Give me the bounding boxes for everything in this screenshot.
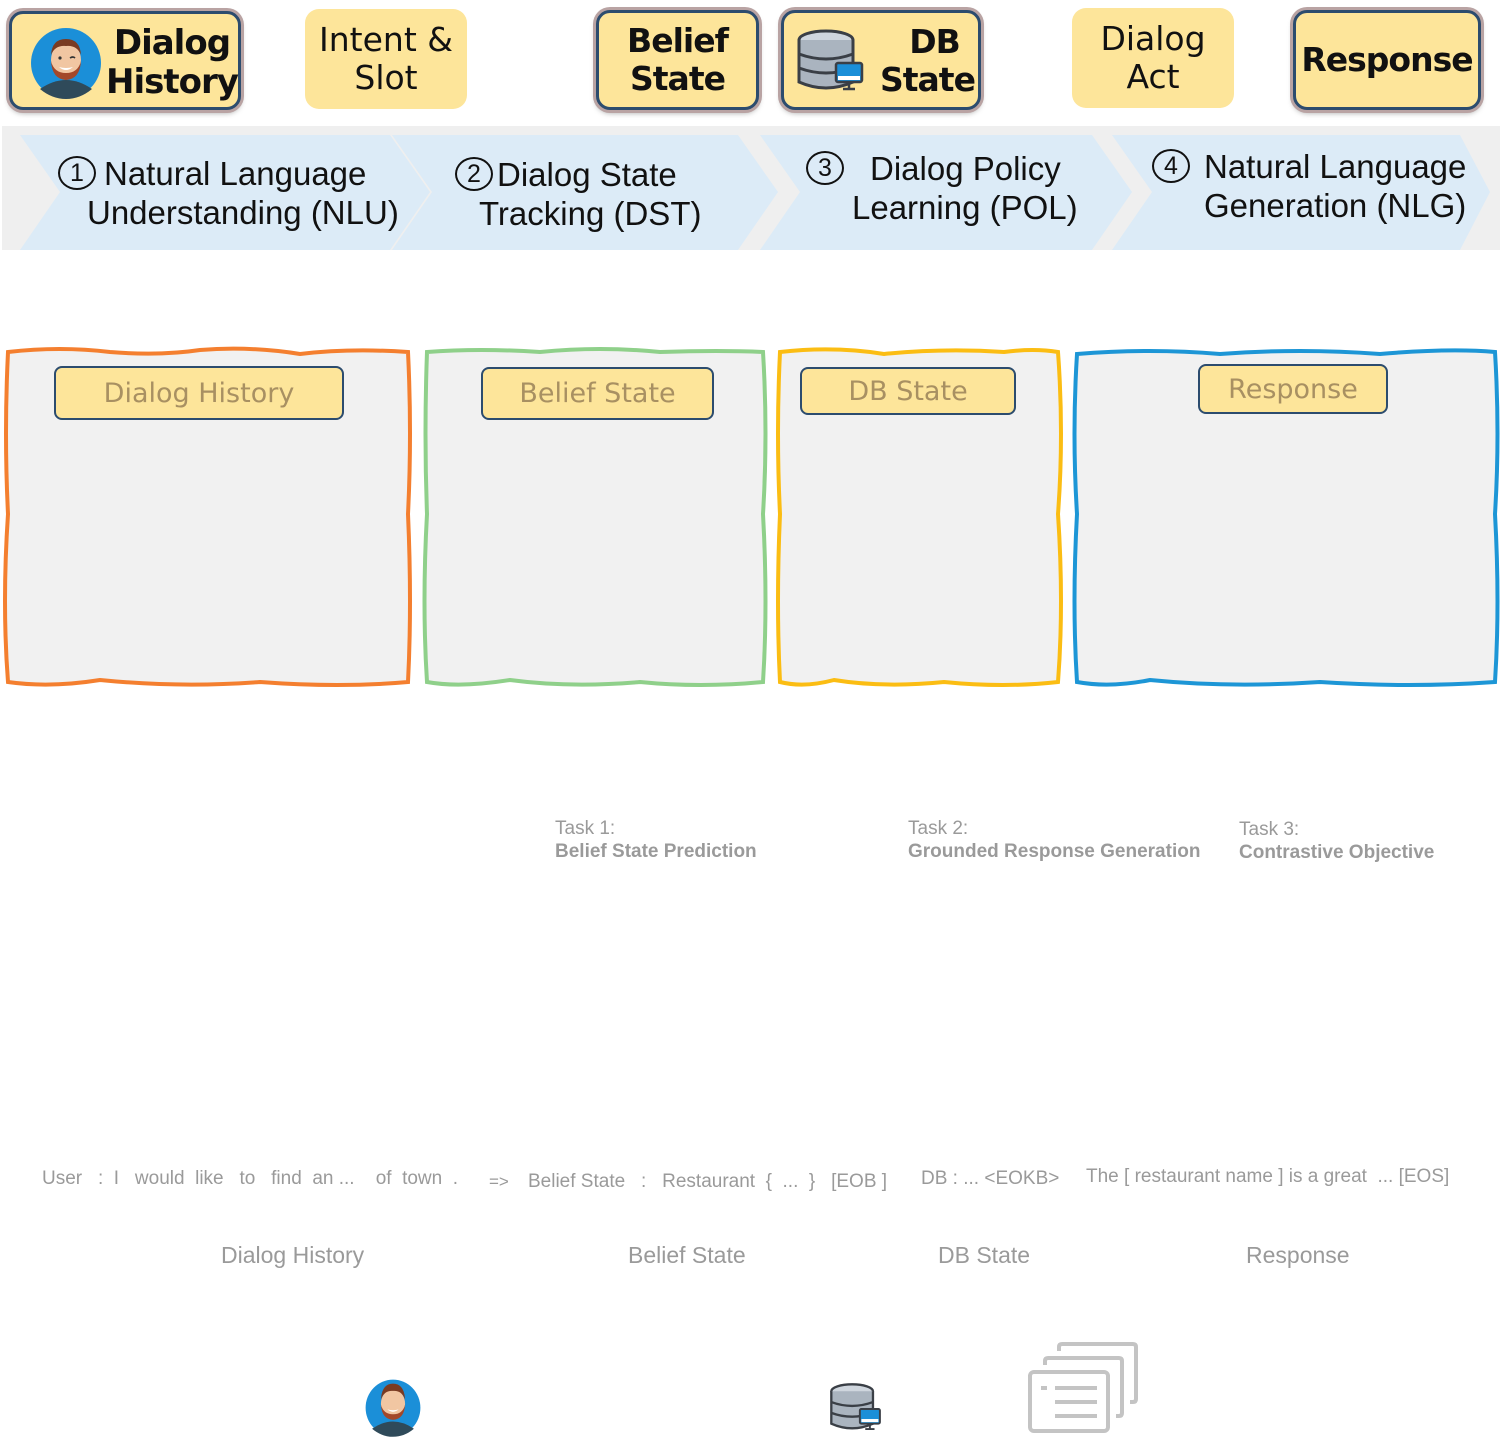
- sequence-belief-state: Belief State : Restaurant { ... } [EOB ]: [528, 1171, 888, 1192]
- sequence-db-state: DB : ... <EOKB>: [921, 1168, 1060, 1189]
- step-line-1: Dialog State: [497, 156, 677, 193]
- segment-label-response: Response: [1246, 1242, 1350, 1268]
- response-documents-icon: [1028, 1342, 1138, 1433]
- sequence-dialog-history: User : I would like to find an ... of to…: [42, 1168, 459, 1189]
- step-line-2: Learning (POL): [852, 189, 1078, 226]
- sequence-arrow: =>: [489, 1172, 509, 1191]
- pipeline-step-dst: 2 Dialog State Tracking (DST): [455, 155, 701, 233]
- step-number-badge: 4: [1152, 149, 1190, 183]
- segment-label-dialog-history: Dialog History: [221, 1242, 365, 1268]
- panel-dialog-history: Dialog History: [0, 344, 416, 690]
- pipeline-step-nlu: 1 Natural Language Understanding (NLU): [58, 154, 399, 232]
- step-line-1: Dialog Policy: [870, 150, 1061, 187]
- task-1: Task 1: Belief State Prediction: [555, 817, 757, 863]
- panel-belief-state: Belief State: [420, 344, 770, 690]
- task-prefix: Task 3:: [1239, 819, 1300, 840]
- panel-response: Response: [1070, 344, 1502, 690]
- database-icon: [830, 1383, 881, 1431]
- panel-db-state: DB State: [774, 344, 1066, 690]
- task-name: Grounded Response Generation: [908, 841, 1201, 862]
- pipeline-step-pol: 3 Dialog Policy Learning (POL): [806, 149, 1078, 227]
- segment-label-db-state: DB State: [938, 1242, 1031, 1268]
- task-prefix: Task 2:: [908, 818, 969, 839]
- step-number-badge: 2: [455, 157, 493, 191]
- step-line-1: Natural Language: [1204, 148, 1467, 185]
- step-line-2: Understanding (NLU): [87, 194, 399, 231]
- panel-label: Belief State: [481, 367, 714, 420]
- step-line-2: Tracking (DST): [479, 195, 702, 232]
- panel-label: Dialog History: [54, 366, 344, 420]
- task-prefix: Task 1:: [555, 818, 616, 839]
- step-number-badge: 3: [806, 151, 844, 185]
- segment-label-belief-state: Belief State: [628, 1242, 746, 1268]
- sequence-response: The [ restaurant name ] is a great ... […: [1086, 1166, 1450, 1187]
- task-name: Belief State Prediction: [555, 841, 757, 862]
- step-line-1: Natural Language: [104, 155, 367, 192]
- step-line-2: Generation (NLG): [1204, 187, 1467, 224]
- panel-label: DB State: [800, 367, 1016, 415]
- task-2: Task 2: Grounded Response Generation: [908, 817, 1200, 863]
- user-avatar-icon: [365, 1379, 421, 1437]
- task-name: Contrastive Objective: [1239, 842, 1435, 863]
- step-number-badge: 1: [58, 156, 96, 190]
- panel-label: Response: [1198, 364, 1388, 414]
- pipeline-step-nlg: 4 Natural Language Generation (NLG): [1152, 147, 1466, 225]
- task-3: Task 3: Contrastive Objective: [1239, 818, 1434, 864]
